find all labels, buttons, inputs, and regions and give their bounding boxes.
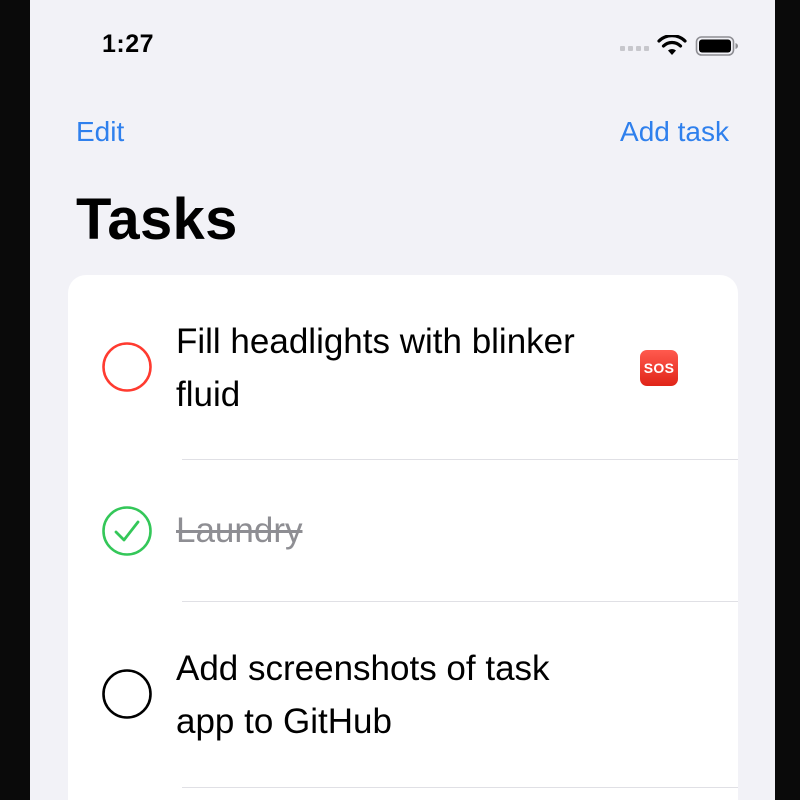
task-list: Fill headlights with blinker fluid SOS L… bbox=[68, 275, 738, 800]
status-time: 1:27 bbox=[102, 30, 155, 58]
cellular-signal-icon bbox=[620, 41, 649, 51]
edit-button[interactable]: Edit bbox=[76, 116, 124, 148]
task-title: Add screenshots of task app to GitHub bbox=[176, 649, 550, 741]
task-row[interactable]: Laundry bbox=[68, 460, 738, 601]
row-divider bbox=[182, 787, 738, 788]
phone-screen: 1:27 Edit Add task Tasks Fill headlights… bbox=[30, 0, 775, 800]
screenshot-frame: 1:27 Edit Add task Tasks Fill headlights… bbox=[0, 0, 800, 800]
task-row[interactable]: Add screenshots of task app to GitHub bbox=[68, 602, 738, 787]
wifi-icon bbox=[657, 35, 687, 57]
task-title: Fill headlights with blinker fluid bbox=[176, 322, 575, 414]
status-icons bbox=[620, 34, 739, 58]
circle-outline-icon[interactable] bbox=[102, 669, 152, 719]
task-row[interactable]: Fill headlights with blinker fluid SOS bbox=[68, 275, 738, 459]
task-title: Laundry bbox=[176, 511, 303, 550]
sos-badge-icon: SOS bbox=[640, 350, 678, 386]
checkmark-circle-green-icon[interactable] bbox=[102, 506, 152, 556]
add-task-button[interactable]: Add task bbox=[620, 116, 729, 148]
battery-icon bbox=[695, 35, 739, 57]
circle-outline-red-icon[interactable] bbox=[102, 342, 152, 392]
page-title: Tasks bbox=[76, 187, 238, 252]
